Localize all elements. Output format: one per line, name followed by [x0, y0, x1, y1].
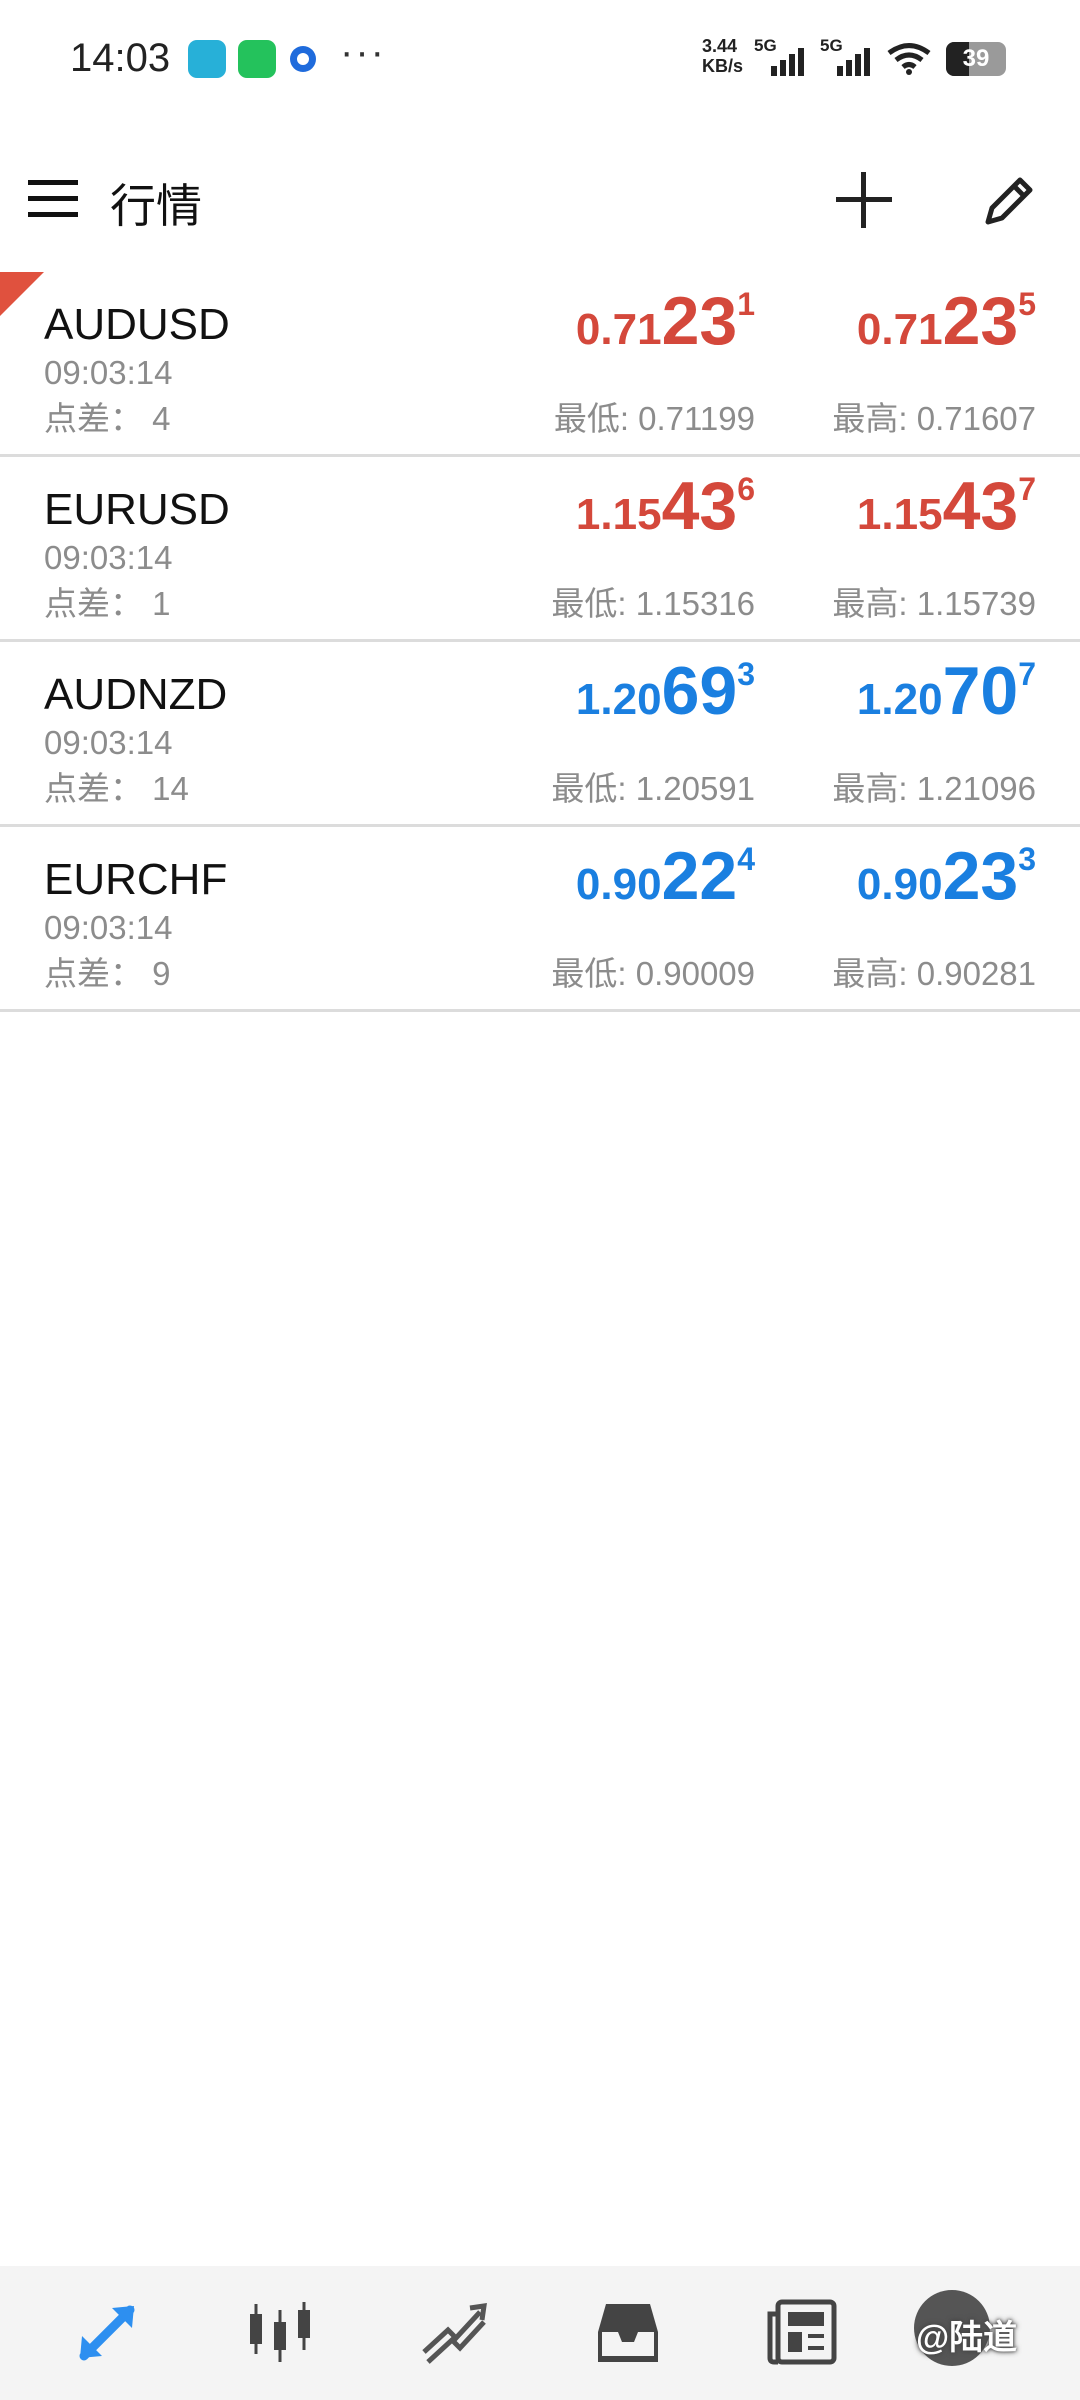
spread: 点差： 9: [44, 947, 171, 995]
spread-value: 4: [152, 400, 171, 437]
ask-price-pips: 70: [942, 653, 1019, 729]
bid-price-pips: 43: [661, 468, 738, 544]
low-price: 最低: 0.90009: [551, 955, 755, 992]
symbol-name: EURCHF: [44, 855, 228, 904]
quote-time: 09:03:14: [44, 909, 173, 946]
wifi-icon: [887, 43, 931, 75]
ask-price-point: 7: [1018, 656, 1036, 692]
net-speed-value: 3.44: [702, 36, 738, 56]
more-notifications-icon: ···: [340, 30, 386, 74]
quote-time: 09:03:14: [44, 354, 173, 391]
bid-price-prefix: 1.20: [575, 675, 662, 724]
ask-price: 1.20707: [857, 652, 1036, 730]
quote-time: 09:03:14: [44, 724, 173, 761]
bid-price-pips: 23: [661, 283, 738, 359]
symbol-name: AUDUSD: [44, 300, 230, 349]
quote-row-eurchf[interactable]: EURCHF 09:03:14 点差： 9 0.90224 0.90233 最低…: [0, 827, 1080, 1012]
high-price: 最高: 1.21096: [832, 770, 1036, 807]
wechat-icon: [238, 40, 276, 78]
net-speed-unit: KB/s: [702, 56, 744, 76]
spread-label: 点差：: [44, 400, 143, 437]
quote-row-audnzd[interactable]: AUDNZD 09:03:14 点差： 14 1.20693 1.20707 最…: [0, 642, 1080, 827]
menu-icon[interactable]: [28, 180, 80, 218]
spread-value: 1: [152, 585, 171, 622]
ask-price-pips: 23: [942, 838, 1019, 914]
ask-price: 0.71235: [857, 282, 1036, 360]
watermark: @陆道: [916, 2319, 1018, 2357]
quote-list: AUDUSD 09:03:14 点差： 4 0.71231 0.71235 最低…: [0, 272, 1080, 1012]
low-price: 最低: 1.15316: [551, 585, 755, 622]
high-price: 最高: 0.71607: [832, 400, 1036, 437]
status-time: 14:03: [70, 36, 171, 80]
quote-row-audusd[interactable]: AUDUSD 09:03:14 点差： 4 0.71231 0.71235 最低…: [0, 272, 1080, 457]
battery-level: 39: [962, 45, 990, 72]
symbol-name: AUDNZD: [44, 670, 228, 719]
spread-label: 点差：: [44, 585, 143, 622]
symbol-name: EURUSD: [44, 485, 230, 534]
ask-price-prefix: 0.71: [856, 305, 943, 354]
bottom-nav: @陆道: [0, 2266, 1080, 2400]
bid-price-point: 3: [737, 656, 755, 692]
bid-price-point: 1: [737, 286, 755, 322]
spread-value: 14: [152, 770, 189, 807]
app-icon: [188, 40, 226, 78]
spread: 点差： 1: [44, 577, 171, 625]
bid-price-pips: 22: [661, 838, 738, 914]
trade-icon[interactable]: [414, 2292, 494, 2372]
high-price: 最高: 0.90281: [832, 955, 1036, 992]
ask-price-prefix: 1.15: [856, 490, 943, 539]
high-price: 最高: 1.15739: [832, 585, 1036, 622]
quote-time: 09:03:14: [44, 539, 173, 576]
bid-price: 1.15436: [576, 467, 755, 545]
ask-price-point: 3: [1018, 841, 1036, 877]
signal-icon: 5G: [754, 36, 804, 76]
ask-price-pips: 43: [942, 468, 1019, 544]
bid-price-point: 6: [737, 471, 755, 507]
quote-row-eurusd[interactable]: EURUSD 09:03:14 点差： 1 1.15436 1.15437 最低…: [0, 457, 1080, 642]
bid-price: 1.20693: [576, 652, 755, 730]
chart-icon[interactable]: [240, 2292, 320, 2372]
spread: 点差： 14: [44, 762, 189, 810]
browser-icon: [290, 46, 316, 72]
spread-label: 点差：: [44, 770, 143, 807]
quotes-icon[interactable]: [68, 2292, 148, 2372]
bid-price: 0.90224: [576, 837, 755, 915]
ask-price-prefix: 1.20: [856, 675, 943, 724]
ask-price: 0.90233: [857, 837, 1036, 915]
bid-price-pips: 69: [661, 653, 738, 729]
ask-price-point: 7: [1018, 471, 1036, 507]
spread-value: 9: [152, 955, 171, 992]
edit-icon[interactable]: [978, 168, 1042, 232]
battery-icon: 39: [946, 42, 1006, 76]
bid-price-prefix: 0.90: [575, 860, 662, 909]
signal-icon: 5G: [820, 36, 870, 76]
low-price: 最低: 0.71199: [553, 400, 755, 437]
bid-price: 0.71231: [576, 282, 755, 360]
ask-price-point: 5: [1018, 286, 1036, 322]
history-icon[interactable]: [588, 2292, 668, 2372]
low-price: 最低: 1.20591: [551, 770, 755, 807]
spread: 点差： 4: [44, 392, 171, 440]
ask-price: 1.15437: [857, 467, 1036, 545]
bid-price-point: 4: [737, 841, 755, 877]
ask-price-prefix: 0.90: [856, 860, 943, 909]
page-title: 行情: [110, 180, 202, 232]
selected-flag-icon: [0, 272, 44, 316]
status-bar: 14:03 ··· 3.44 KB/s 5G 5G 39: [0, 0, 1080, 120]
add-icon[interactable]: [834, 170, 894, 230]
app-header: 行情: [0, 140, 1080, 260]
spread-label: 点差：: [44, 955, 143, 992]
ask-price-pips: 23: [942, 283, 1019, 359]
net-speed: 3.44 KB/s: [702, 36, 743, 76]
bid-price-prefix: 0.71: [575, 305, 662, 354]
bid-price-prefix: 1.15: [575, 490, 662, 539]
news-icon[interactable]: [762, 2292, 842, 2372]
